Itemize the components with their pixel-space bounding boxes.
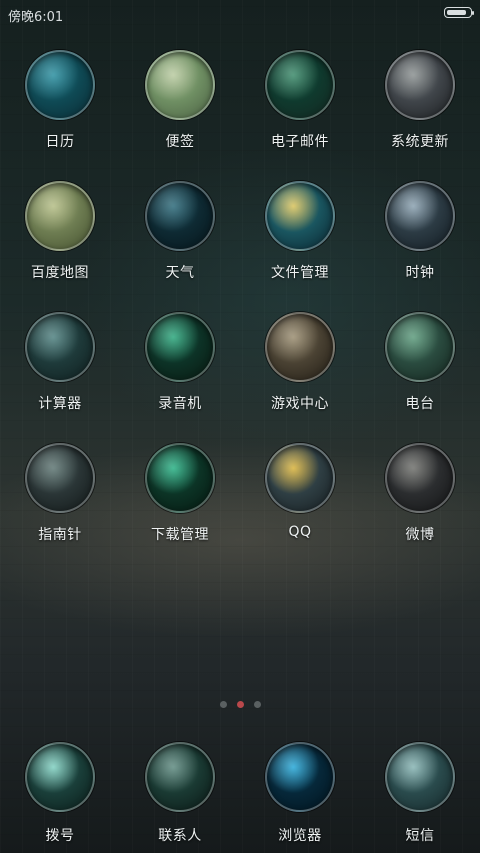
calendar-icon[interactable]	[25, 50, 95, 120]
contacts-icon[interactable]	[145, 742, 215, 812]
app-calculator[interactable]: 计算器	[0, 312, 120, 417]
battery-fill	[447, 10, 466, 15]
phone-icon[interactable]	[25, 742, 95, 812]
battery-icon	[444, 7, 474, 18]
recorder-icon[interactable]	[145, 312, 215, 382]
app-contacts[interactable]: 联系人	[120, 742, 240, 848]
app-label: 天气	[165, 265, 195, 281]
clock-icon[interactable]	[385, 181, 455, 251]
app-label: 指南针	[38, 527, 82, 543]
app-grid: 日历 便签 电子邮件 系统更新百度地图 天气 文件管理 时钟计算器 录音机 游戏中心 电台指南针 下…	[0, 50, 480, 548]
browser-icon[interactable]	[265, 742, 335, 812]
app-label: 电子邮件	[271, 134, 329, 150]
app-calendar[interactable]: 日历	[0, 50, 120, 155]
notes-icon[interactable]	[145, 50, 215, 120]
app-file-manager[interactable]: 文件管理	[240, 181, 360, 286]
app-weather[interactable]: 天气	[120, 181, 240, 286]
app-recorder[interactable]: 录音机	[120, 312, 240, 417]
email-icon[interactable]	[265, 50, 335, 120]
app-label: QQ	[288, 524, 312, 540]
app-label: 游戏中心	[271, 396, 329, 412]
compass-icon[interactable]	[25, 443, 95, 513]
status-bar: 傍晚6:01	[0, 0, 480, 26]
app-label: 电台	[405, 396, 435, 412]
app-label: 浏览器	[278, 828, 322, 844]
app-phone[interactable]: 拨号	[0, 742, 120, 848]
app-browser[interactable]: 浏览器	[240, 742, 360, 848]
radio-icon[interactable]	[385, 312, 455, 382]
app-label: 拨号	[45, 828, 75, 844]
page-dot[interactable]	[253, 701, 261, 708]
app-clock[interactable]: 时钟	[360, 181, 480, 286]
download-manager-icon[interactable]	[145, 443, 215, 513]
app-map[interactable]: 百度地图	[0, 181, 120, 286]
app-label: 系统更新	[391, 134, 449, 150]
app-label: 联系人	[158, 828, 202, 844]
calculator-icon[interactable]	[25, 312, 95, 382]
app-label: 便签	[165, 134, 195, 150]
map-icon[interactable]	[25, 181, 95, 251]
app-compass[interactable]: 指南针	[0, 443, 120, 548]
app-sms[interactable]: 短信	[360, 742, 480, 848]
app-email[interactable]: 电子邮件	[240, 50, 360, 155]
page-dot[interactable]	[236, 701, 244, 708]
system-update-icon[interactable]	[385, 50, 455, 120]
app-label: 文件管理	[271, 265, 329, 281]
app-label: 日历	[45, 134, 75, 150]
app-label: 微博	[405, 527, 435, 543]
weather-icon[interactable]	[145, 181, 215, 251]
app-label: 计算器	[38, 396, 82, 412]
app-download-manager[interactable]: 下载管理	[120, 443, 240, 548]
app-label: 下载管理	[151, 527, 209, 543]
app-label: 录音机	[158, 396, 202, 412]
file-manager-icon[interactable]	[265, 181, 335, 251]
game-center-icon[interactable]	[265, 312, 335, 382]
status-time: 傍晚6:01	[8, 10, 64, 25]
weibo-icon[interactable]	[385, 443, 455, 513]
page-indicator[interactable]	[0, 701, 480, 711]
app-notes[interactable]: 便签	[120, 50, 240, 155]
app-radio[interactable]: 电台	[360, 312, 480, 417]
app-system-update[interactable]: 系统更新	[360, 50, 480, 155]
app-label: 百度地图	[31, 265, 89, 281]
app-weibo[interactable]: 微博	[360, 443, 480, 548]
app-game-center[interactable]: 游戏中心	[240, 312, 360, 417]
app-label: 时钟	[405, 265, 435, 281]
sms-icon[interactable]	[385, 742, 455, 812]
page-dot[interactable]	[219, 701, 227, 708]
qq-icon[interactable]	[265, 443, 335, 513]
app-label: 短信	[405, 828, 435, 844]
dock: 拨号 联系人 浏览器 短信	[0, 742, 480, 848]
app-qq[interactable]: QQ	[240, 443, 360, 548]
